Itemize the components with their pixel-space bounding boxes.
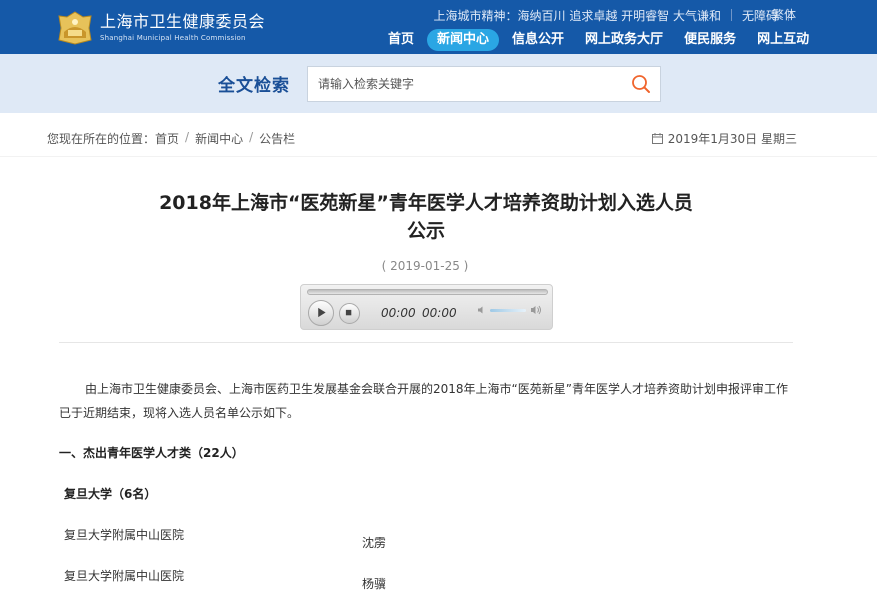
site-name-en: Shanghai Municipal Health Commission xyxy=(100,34,246,42)
play-button[interactable] xyxy=(308,300,334,326)
article-title: 2018年上海市“医苑新星”青年医学人才培养资助计划入选人员 公示 xyxy=(120,189,732,245)
hospital-name: 复旦大学附属中山医院 xyxy=(64,528,185,542)
play-icon xyxy=(318,307,326,318)
top-links: 上海城市精神：海纳百川 追求卓越 开明睿智 大气谦和 无障碍 xyxy=(434,6,799,24)
nav-item[interactable]: 首页 xyxy=(380,29,422,51)
search-icon[interactable] xyxy=(631,74,651,94)
city-motto: 上海城市精神：海纳百川 追求卓越 开明睿智 大气谦和 xyxy=(433,8,721,23)
divider xyxy=(0,156,877,157)
search-label: 全文检索 xyxy=(218,76,290,96)
breadcrumb-home[interactable]: 首页 xyxy=(155,130,179,147)
audio-player: 00:00 00:00 xyxy=(300,284,553,330)
article-title-line: 2018年上海市“医苑新星”青年医学人才培养资助计划入选人员 xyxy=(159,192,693,214)
traditional-chinese-link[interactable]: 繁体 xyxy=(772,6,796,24)
duration-time: 00:00 xyxy=(422,306,457,320)
volume-high-icon[interactable] xyxy=(530,304,542,316)
site-name-cn: 上海市卫生健康委员会 xyxy=(100,12,266,31)
breadcrumb-separator: / xyxy=(249,130,254,144)
hospital-name: 复旦大学附属中山医院 xyxy=(64,569,185,583)
breadcrumb-news-center[interactable]: 新闻中心 xyxy=(195,130,243,147)
nav-item[interactable]: 网上政务大厅 xyxy=(577,29,671,51)
divider xyxy=(730,9,732,21)
breadcrumb-prefix: 您现在所在的位置： xyxy=(47,132,156,146)
current-date-text: 2019年1月30日 星期三 xyxy=(667,132,797,146)
person-name: 杨骥 xyxy=(362,577,387,591)
breadcrumb: 您现在所在的位置： 首页 / 新闻中心 / 公告栏 xyxy=(47,130,295,147)
stop-icon xyxy=(345,309,352,316)
search-input[interactable] xyxy=(318,67,618,101)
audio-progress-bar[interactable] xyxy=(307,289,548,295)
section-heading: 一、杰出青年医学人才类（22人） xyxy=(59,446,244,460)
current-time: 00:00 xyxy=(381,306,416,320)
nav-item[interactable]: 网上互动 xyxy=(749,29,817,51)
nav-item[interactable]: 便民服务 xyxy=(676,29,744,51)
site-header: 上海市卫生健康委员会 Shanghai Municipal Health Com… xyxy=(0,0,877,54)
calendar-icon xyxy=(651,133,663,144)
current-date: 2019年1月30日 星期三 xyxy=(651,130,797,147)
main-nav: 首页 新闻中心 信息公开 网上政务大厅 便民服务 网上互动 xyxy=(380,29,822,51)
publish-date: ( 2019-01-25 ) xyxy=(381,259,469,273)
stop-button[interactable] xyxy=(339,303,360,324)
person-name: 沈雳 xyxy=(362,536,387,550)
article-title-line: 公示 xyxy=(406,220,445,242)
nav-item[interactable]: 信息公开 xyxy=(504,29,572,51)
organization-heading: 复旦大学（6名） xyxy=(64,487,157,501)
volume-slider[interactable] xyxy=(490,309,526,312)
article-intro: 由上海市卫生健康委员会、上海市医药卫生发展基金会联合开展的2018年上海市“医苑… xyxy=(59,382,788,420)
volume-low-icon[interactable] xyxy=(477,305,487,315)
divider xyxy=(59,342,793,343)
emblem-icon xyxy=(58,11,92,45)
search-box xyxy=(307,66,661,102)
breadcrumb-bulletin[interactable]: 公告栏 xyxy=(259,130,295,147)
search-band: 全文检索 xyxy=(0,54,877,113)
site-logo[interactable]: 上海市卫生健康委员会 Shanghai Municipal Health Com… xyxy=(56,10,265,46)
breadcrumb-separator: / xyxy=(185,130,190,144)
nav-item[interactable]: 新闻中心 xyxy=(427,29,500,51)
